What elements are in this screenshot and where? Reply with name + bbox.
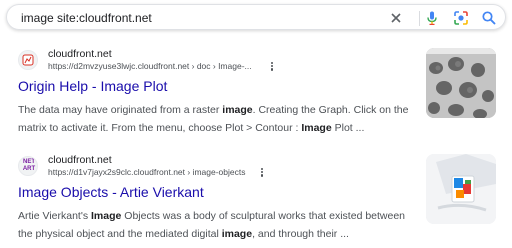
close-icon[interactable]	[387, 9, 405, 27]
snippet-text: The data may have originated from a rast…	[18, 104, 223, 116]
net-art-logo-icon: NET ART	[18, 156, 38, 176]
search-divider	[419, 11, 420, 26]
snippet-text: , and through their ...	[252, 227, 349, 240]
site-name: cloudfront.net	[48, 154, 112, 166]
snippet-highlight: image	[221, 227, 253, 240]
search-input[interactable]	[21, 9, 361, 26]
snippet-highlight: Image	[91, 210, 122, 222]
result-snippet: Artie Vierkant's Image Objects was a bod…	[18, 208, 418, 243]
snippet-highlight: Image	[301, 121, 332, 134]
microphone-icon[interactable]	[423, 9, 441, 27]
result-thumbnail[interactable]	[426, 154, 496, 224]
more-options-icon[interactable]	[268, 61, 276, 73]
site-name: cloudfront.net	[48, 48, 112, 60]
site-url[interactable]: https://d2mvzyuse3lwjc.cloudfront.net › …	[48, 61, 252, 71]
result-title[interactable]: Origin Help - Image Plot	[18, 78, 167, 94]
search-icon[interactable]	[480, 9, 498, 27]
search-bar	[6, 4, 506, 30]
snippet-text: Artie Vierkant's	[18, 210, 92, 222]
result-title[interactable]: Image Objects - Artie Vierkant	[18, 184, 204, 200]
camera-lens-icon[interactable]	[452, 9, 470, 27]
result-thumbnail[interactable]	[426, 48, 496, 118]
site-url[interactable]: https://d1v7jayx2s9clc.cloudfront.net › …	[48, 167, 246, 177]
origin-logo-icon	[18, 50, 38, 70]
snippet-text: Plot ...	[331, 121, 365, 134]
result-snippet: The data may have originated from a rast…	[18, 102, 418, 137]
more-options-icon[interactable]	[258, 167, 266, 179]
favicon-text: NET ART	[22, 159, 36, 172]
snippet-highlight: image	[222, 104, 253, 116]
